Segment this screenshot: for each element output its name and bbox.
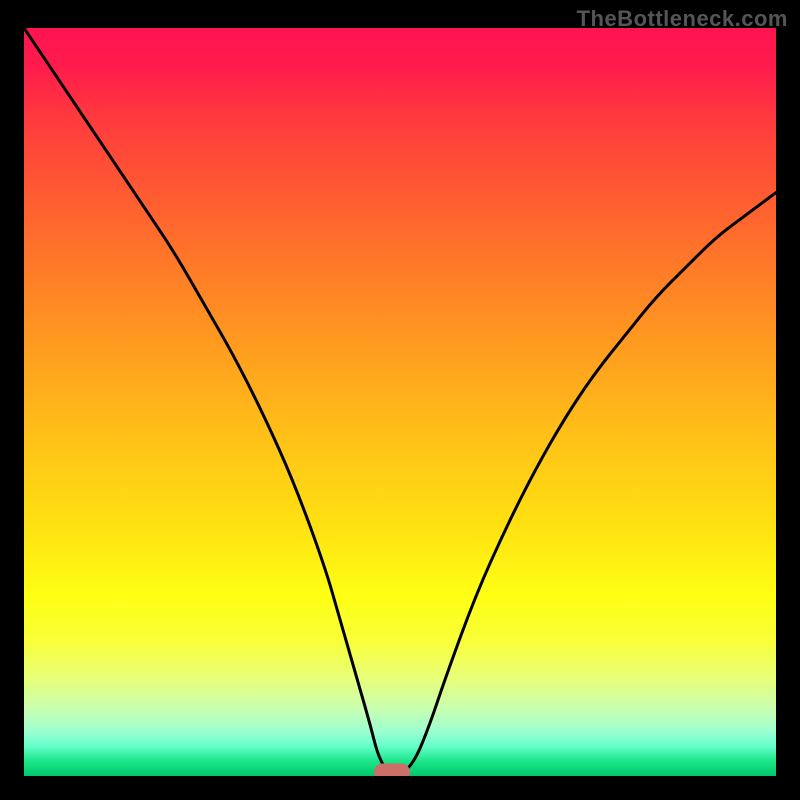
chart-frame: TheBottleneck.com (0, 0, 800, 800)
optimal-marker (374, 764, 410, 776)
curve-path (24, 28, 776, 776)
plot-area (24, 28, 776, 776)
bottleneck-curve (24, 28, 776, 776)
watermark-text: TheBottleneck.com (577, 6, 788, 32)
